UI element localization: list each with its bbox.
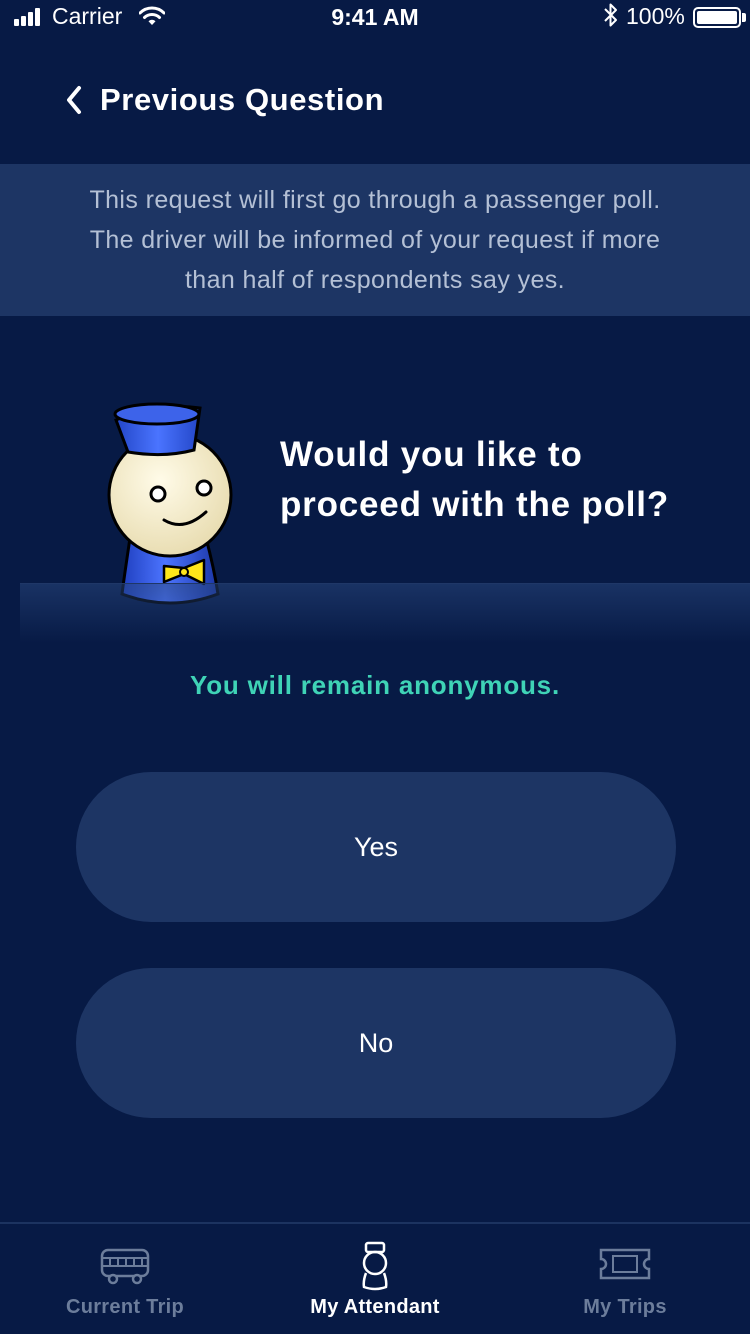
banner-line: This request will first go through a pas… — [89, 186, 661, 214]
previous-question-button[interactable]: Previous Question — [64, 78, 384, 122]
battery-tip — [742, 13, 746, 22]
bluetooth-icon — [604, 3, 617, 27]
tab-current-trip[interactable]: Current Trip — [0, 1224, 250, 1334]
anonymous-note: You will remain anonymous. — [190, 670, 560, 700]
battery-percent: 100% — [626, 3, 685, 29]
attendant-mascot — [107, 402, 233, 605]
poll-info-banner: This request will first go through a pas… — [0, 164, 750, 316]
tab-label: My Attendant — [310, 1296, 440, 1318]
banner-line: The driver will be informed of your requ… — [89, 226, 661, 254]
attendant-icon — [362, 1241, 388, 1291]
tab-my-attendant[interactable]: My Attendant — [250, 1224, 500, 1334]
poll-question: Would you like to proceed with the poll? — [280, 430, 669, 530]
section-divider — [20, 583, 750, 643]
poll-screen: Carrier 9:41 AM 100% Previous Question T… — [0, 0, 750, 1334]
banner-line: than half of respondents say yes. — [184, 266, 566, 294]
tab-my-trips[interactable]: My Trips — [500, 1224, 750, 1334]
chevron-left-icon — [67, 86, 81, 114]
status-bar: Carrier 9:41 AM 100% — [0, 0, 750, 36]
question-line: proceed with the poll? — [280, 485, 669, 524]
battery-icon — [693, 7, 741, 28]
yes-button[interactable]: Yes — [76, 772, 676, 922]
ticket-icon — [599, 1248, 651, 1280]
no-button[interactable]: No — [76, 968, 676, 1118]
tab-label: Current Trip — [65, 1296, 185, 1318]
tab-label: My Trips — [583, 1296, 667, 1318]
question-line: Would you like to — [280, 435, 583, 474]
bus-icon — [100, 1248, 150, 1285]
previous-question-label: Previous Question — [100, 82, 385, 117]
tab-bar: Current Trip My Attendant My Trips — [0, 1222, 750, 1334]
